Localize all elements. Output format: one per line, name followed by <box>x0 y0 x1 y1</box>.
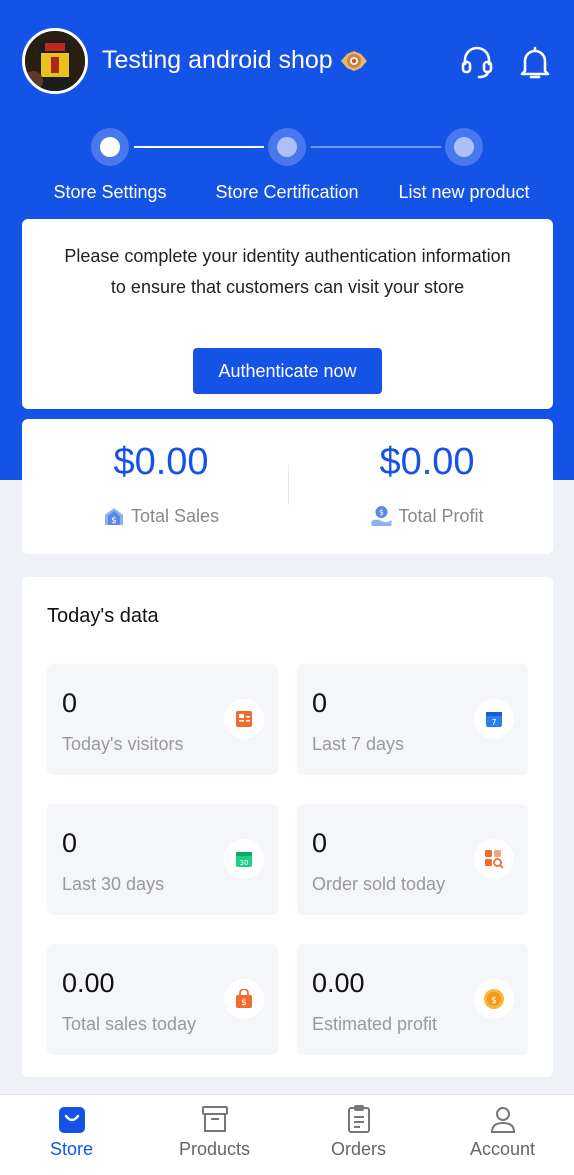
auth-card: Please complete your identity authentica… <box>22 219 553 409</box>
stat-value: 0.00 <box>312 968 365 998</box>
step-label-store-settings[interactable]: Store Settings <box>53 182 166 203</box>
shop-avatar[interactable] <box>22 28 88 94</box>
user-icon <box>490 1107 515 1133</box>
stat-value: 0 <box>312 828 328 858</box>
calendar-7-icon: 7 <box>474 699 514 739</box>
totals-card: $0.00 $ Total Sales $0.00 $ Total Profit <box>22 419 553 554</box>
bottom-tab-bar: Store Products Orders Account <box>0 1094 574 1175</box>
stat-value: 0 <box>312 688 328 718</box>
calendar-30-icon: 30 <box>224 839 264 879</box>
tab-label: Account <box>469 1139 536 1159</box>
stat-label: Last 30 days <box>62 874 165 894</box>
total-profit-label-group: $ Total Profit <box>370 505 484 527</box>
step-connector <box>134 146 264 148</box>
sales-house-icon: $ <box>104 508 123 526</box>
authenticate-now-button[interactable]: Authenticate now <box>193 348 382 394</box>
stat-label: Today's visitors <box>62 734 184 754</box>
stat-last-7-days[interactable]: 0 Last 7 days 7 <box>297 664 528 775</box>
todays-data-card: Today's data 0 Today's visitors 0 Last 7… <box>22 577 553 1077</box>
store-header: Testing android shop <box>0 0 574 120</box>
tab-label: Store <box>49 1139 94 1159</box>
bell-icon[interactable] <box>518 44 552 80</box>
total-sales-value: $0.00 <box>113 441 209 483</box>
svg-text:30: 30 <box>240 859 249 867</box>
stat-total-sales-today[interactable]: 0.00 Total sales today $ <box>47 944 278 1055</box>
step-label-store-certification[interactable]: Store Certification <box>215 182 358 203</box>
todays-data-title: Today's data <box>47 605 159 627</box>
tab-store[interactable]: Store <box>0 1095 143 1175</box>
step-connector <box>311 146 441 148</box>
profit-hand-coin-icon: $ <box>371 506 392 526</box>
stat-label: Estimated profit <box>312 1014 438 1034</box>
coin-icon: $ <box>474 979 514 1019</box>
total-sales-label-group: $ Total Sales <box>103 505 219 527</box>
stat-label: Order sold today <box>312 874 446 894</box>
total-profit-label: Total Profit <box>398 505 484 526</box>
step-dot-list-product[interactable] <box>445 128 483 166</box>
tab-orders[interactable]: Orders <box>287 1095 430 1175</box>
total-sales-label: Total Sales <box>130 505 220 526</box>
tab-label: Products <box>178 1139 251 1159</box>
tab-products[interactable]: Products <box>143 1095 286 1175</box>
store-bag-icon <box>58 1107 85 1133</box>
shop-name: Testing android shop <box>102 46 333 74</box>
visitors-icon <box>224 699 264 739</box>
svg-text:$: $ <box>111 516 117 526</box>
clipboard-list-icon <box>347 1105 370 1133</box>
shopping-bag-icon: $ <box>224 979 264 1019</box>
stat-label: Last 7 days <box>312 734 405 754</box>
stat-label: Total sales today <box>62 1014 197 1034</box>
tab-account[interactable]: Account <box>431 1095 574 1175</box>
svg-text:$: $ <box>491 996 497 1006</box>
archive-box-icon <box>201 1106 228 1132</box>
tab-label: Orders <box>330 1139 386 1159</box>
stat-value: 0 <box>62 828 78 858</box>
totals-divider <box>288 465 289 505</box>
stat-order-sold-today[interactable]: 0 Order sold today <box>297 804 528 915</box>
headset-icon[interactable] <box>460 44 494 80</box>
svg-text:7: 7 <box>491 718 496 727</box>
stat-todays-visitors[interactable]: 0 Today's visitors <box>47 664 278 775</box>
svg-text:$: $ <box>379 508 384 517</box>
stat-value: 0 <box>62 688 78 718</box>
stat-estimated-profit[interactable]: 0.00 Estimated profit $ <box>297 944 528 1055</box>
stat-value: 0.00 <box>62 968 115 998</box>
step-label-list-product[interactable]: List new product <box>398 182 529 203</box>
onboarding-steps: Store Settings Store Certification List … <box>0 122 574 212</box>
orders-search-icon <box>474 839 514 879</box>
svg-text:$: $ <box>241 998 247 1008</box>
stat-last-30-days[interactable]: 0 Last 30 days 30 <box>47 804 278 915</box>
shop-level-badge-icon <box>341 51 367 71</box>
total-profit-value: $0.00 <box>379 441 475 483</box>
auth-message: Please complete your identity authentica… <box>64 246 511 297</box>
step-dot-store-settings[interactable] <box>91 128 129 166</box>
step-dot-store-certification[interactable] <box>268 128 306 166</box>
